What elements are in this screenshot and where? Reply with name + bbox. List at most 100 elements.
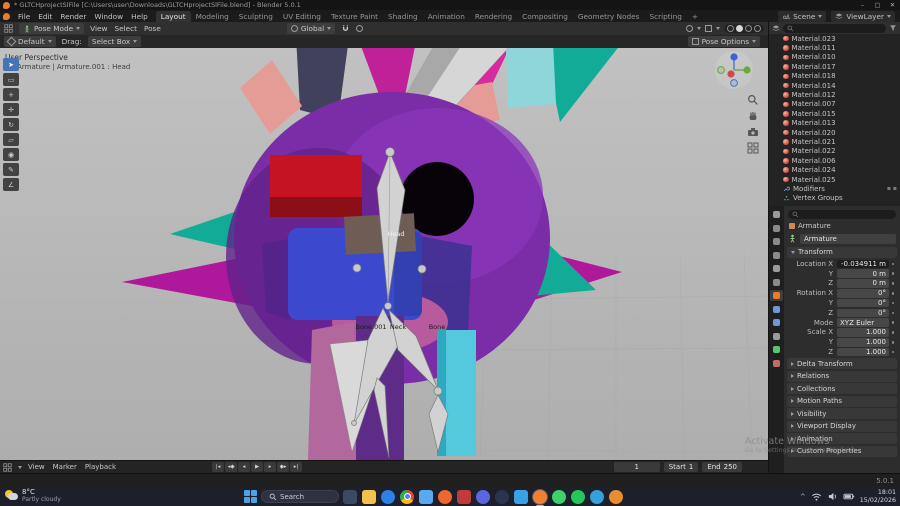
animate-property-button[interactable]	[889, 272, 897, 275]
workspace-tab[interactable]: Geometry Nodes	[573, 11, 645, 22]
taskbar-app-discord[interactable]	[476, 489, 490, 504]
properties-tab-view-layer[interactable]	[770, 250, 783, 261]
properties-tab-object[interactable]	[770, 290, 783, 301]
value-field[interactable]: 0°	[837, 298, 889, 308]
wifi-icon[interactable]	[811, 491, 822, 502]
taskbar-app-blender[interactable]	[532, 488, 548, 506]
value-field[interactable]: 0 m	[837, 269, 889, 278]
value-field[interactable]: XYZ Euler	[837, 318, 889, 327]
transport-button[interactable]: ▶	[251, 462, 264, 472]
properties-tab-modifiers[interactable]	[770, 304, 783, 315]
animate-property-button[interactable]	[889, 351, 897, 354]
value-field[interactable]: 1.000	[837, 347, 889, 357]
taskbar-app-vlc[interactable]	[609, 489, 623, 504]
workspace-tab[interactable]: Scripting	[644, 11, 686, 22]
outliner-material-row[interactable]: Material.012	[783, 90, 900, 99]
animate-property-button[interactable]	[889, 292, 897, 295]
panel-header[interactable]: Animation	[787, 433, 897, 445]
outliner-material-row[interactable]: Material.023	[783, 34, 900, 43]
transform-panel-header[interactable]: Transform	[787, 246, 897, 258]
outliner-modifiers-row[interactable]: Modifiers ▪ ▪	[783, 184, 900, 193]
outliner-material-row[interactable]: Material.015	[783, 109, 900, 118]
tool-button-measure[interactable]: ∠	[3, 178, 19, 191]
frame-start-field[interactable]: Start 1	[663, 462, 699, 472]
frame-end-field[interactable]: End 250	[702, 462, 742, 472]
workspace-tab[interactable]: Rendering	[470, 11, 517, 22]
start-button[interactable]	[243, 490, 257, 504]
mode-dropdown[interactable]: Pose Mode	[19, 23, 85, 34]
properties-tab-world[interactable]	[770, 277, 783, 288]
minimize-button[interactable]: –	[855, 1, 870, 9]
menu-item[interactable]: Window	[90, 12, 127, 21]
taskbar-app-file-explorer[interactable]	[362, 489, 376, 504]
properties-tab-render[interactable]	[770, 223, 783, 234]
menu-item[interactable]: Edit	[34, 12, 56, 21]
workspace-tab[interactable]: Sculpting	[234, 11, 278, 22]
tool-button-select-box[interactable]: ▭	[3, 73, 19, 86]
animate-property-button[interactable]	[889, 321, 897, 324]
clock[interactable]: 18:01 15/02/2026	[860, 489, 896, 503]
viewport-menu-item[interactable]: Pose	[144, 24, 161, 33]
taskbar-app-store[interactable]	[419, 489, 433, 504]
workspace-tab[interactable]: Shading	[383, 11, 423, 22]
outliner-material-row[interactable]: Material.011	[783, 43, 900, 52]
active-tool-dropdown[interactable]: Default	[4, 36, 56, 47]
close-button[interactable]: ✕	[885, 1, 900, 9]
taskbar-app-vscode[interactable]	[514, 489, 528, 504]
outliner-editor-icon[interactable]	[772, 24, 780, 32]
taskbar-app-task-view[interactable]	[343, 489, 357, 504]
blender-menu-icon[interactable]	[3, 12, 10, 20]
current-frame-field[interactable]: 1	[613, 462, 660, 472]
taskbar-app-spotify[interactable]	[571, 489, 585, 504]
value-field[interactable]: 1.000	[837, 337, 889, 347]
animate-property-button[interactable]	[889, 341, 897, 344]
orientation-dropdown[interactable]: Global	[286, 23, 336, 34]
taskbar-app-firefox[interactable]	[438, 489, 452, 504]
tool-button-transform[interactable]: ◉	[3, 148, 19, 161]
timeline-menu-item[interactable]: Marker	[53, 463, 77, 471]
properties-tab-scene[interactable]	[770, 263, 783, 274]
transport-button[interactable]: ◆▸	[277, 462, 290, 472]
outliner-material-row[interactable]: Material.006	[783, 156, 900, 165]
outliner-search-input[interactable]	[783, 23, 886, 33]
outliner-material-row[interactable]: Material.010	[783, 53, 900, 62]
viewport-menu-item[interactable]: Select	[114, 24, 137, 33]
transport-button[interactable]: |◂	[212, 462, 225, 472]
panel-header[interactable]: Viewport Display	[787, 420, 897, 432]
tool-button-tweak-select[interactable]: ➤	[3, 58, 19, 71]
visibility-toggles[interactable]: ▪ ▪	[887, 185, 897, 192]
properties-tab-constraints[interactable]	[770, 331, 783, 342]
outliner-material-row[interactable]: Material.007	[783, 100, 900, 109]
chevron-down-icon[interactable]	[716, 27, 720, 30]
outliner-material-row[interactable]: Material.024	[783, 165, 900, 174]
value-field[interactable]: -0.034911 m	[837, 259, 889, 269]
taskbar-app-chrome[interactable]	[400, 489, 414, 504]
panel-header[interactable]: Motion Paths	[787, 395, 897, 407]
weather-widget[interactable]: 8°C Partly cloudy	[5, 488, 61, 503]
battery-icon[interactable]	[843, 491, 855, 502]
menu-item[interactable]: Help	[127, 12, 152, 21]
outliner-material-row[interactable]: Material.018	[783, 72, 900, 81]
chevron-down-icon[interactable]	[697, 27, 701, 30]
animate-property-button[interactable]	[889, 331, 897, 334]
transport-button[interactable]: ◂◆	[225, 462, 238, 472]
add-workspace-button[interactable]: +	[687, 12, 703, 21]
navigation-gizmo[interactable]	[714, 50, 754, 92]
drag-mode-dropdown[interactable]: Select Box	[87, 36, 142, 47]
animate-property-button[interactable]	[889, 312, 897, 315]
filter-icon[interactable]	[889, 24, 897, 32]
taskbar-app-telegram[interactable]	[590, 489, 604, 504]
panel-header[interactable]: Visibility	[787, 408, 897, 420]
outliner-material-row[interactable]: Material.022	[783, 147, 900, 156]
value-field[interactable]: 0°	[837, 308, 889, 318]
overlays-icon[interactable]	[705, 25, 712, 32]
proportional-editing-icon[interactable]	[356, 25, 364, 32]
timeline-menu-item[interactable]: Playback	[85, 463, 116, 471]
panel-header[interactable]: Delta Transform	[787, 358, 897, 370]
panel-header[interactable]: Collections	[787, 383, 897, 395]
value-field[interactable]: 0 m	[837, 279, 889, 288]
taskbar-search[interactable]: Search	[261, 490, 339, 503]
taskbar-app-edge[interactable]	[381, 489, 395, 504]
outliner-material-row[interactable]: Material.013	[783, 119, 900, 128]
camera-view-icon[interactable]	[747, 126, 759, 138]
